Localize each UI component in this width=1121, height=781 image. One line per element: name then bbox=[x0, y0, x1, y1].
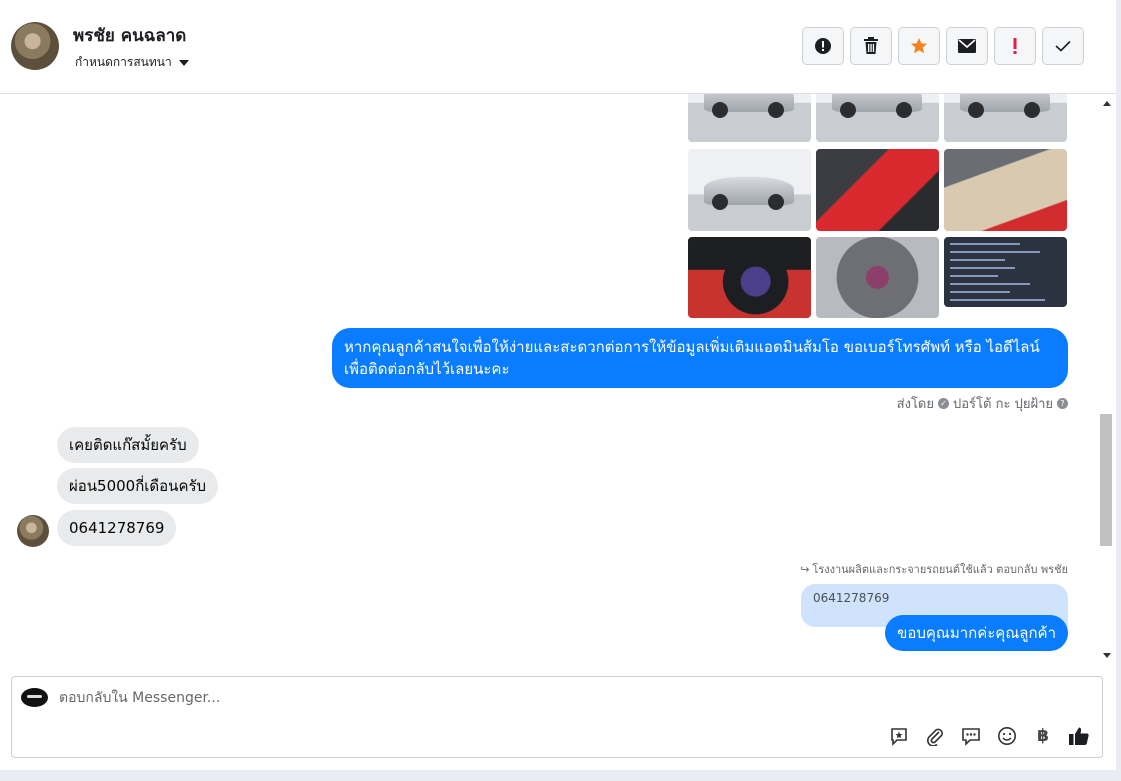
sticker-icon[interactable] bbox=[888, 725, 910, 747]
star-icon bbox=[911, 38, 927, 54]
delete-button[interactable] bbox=[850, 27, 892, 65]
caret-down-icon bbox=[178, 59, 189, 66]
conversation-schedule-dropdown[interactable]: กำหนดการสนทนา bbox=[75, 53, 189, 72]
car-spec-photo[interactable] bbox=[944, 237, 1067, 307]
scroll-down-icon[interactable] bbox=[1103, 653, 1111, 658]
sender-avatar[interactable] bbox=[17, 515, 49, 547]
car-photo-3[interactable] bbox=[944, 94, 1067, 142]
star-button[interactable] bbox=[898, 27, 940, 65]
schedule-label: กำหนดการสนทนา bbox=[75, 55, 172, 69]
outgoing-message[interactable]: หากคุณลูกค้าสนใจเพื่อให้ง่ายและสะดวกต่อก… bbox=[332, 328, 1068, 388]
chat-bubbles-icon[interactable] bbox=[960, 725, 982, 747]
attachment-icon[interactable] bbox=[924, 725, 946, 747]
emoji-icon[interactable] bbox=[996, 725, 1018, 747]
conversation-header: พรชัย คนฉลาด กำหนดการสนทนา bbox=[0, 0, 1116, 94]
incoming-message-2[interactable]: ผ่อน5000กี่เดือนครับ bbox=[57, 468, 219, 504]
reply-input[interactable] bbox=[59, 687, 659, 709]
trash-icon bbox=[864, 37, 878, 54]
incoming-message-3[interactable]: 0641278769 bbox=[57, 510, 177, 546]
reply-message[interactable]: ขอบคุณมากค่ะคุณลูกค้า bbox=[885, 615, 1068, 651]
info-button[interactable] bbox=[802, 27, 844, 65]
car-photo-4[interactable] bbox=[688, 149, 811, 231]
thumbs-up-icon[interactable] bbox=[1068, 725, 1090, 747]
car-photo-5[interactable] bbox=[816, 149, 939, 231]
incoming-message-1[interactable]: เคยติดแก๊สมั้ยครับ bbox=[57, 427, 199, 463]
contact-name[interactable]: พรชัย คนฉลาด bbox=[73, 22, 186, 49]
help-icon[interactable]: ? bbox=[1057, 398, 1068, 409]
car-photo-8[interactable] bbox=[816, 237, 939, 318]
baht-icon[interactable]: ฿ bbox=[1032, 725, 1054, 747]
reply-arrow-icon: ↪ bbox=[800, 562, 810, 576]
sent-by-meta: ส่งโดย ✓ ปอร์โต้ กะ ปุยฝ้าย ? bbox=[897, 393, 1068, 414]
message-scrollbar[interactable] bbox=[1098, 94, 1114, 664]
envelope-icon bbox=[958, 39, 976, 53]
verified-check-icon: ✓ bbox=[938, 398, 949, 409]
exclamation-icon bbox=[1013, 38, 1017, 54]
message-list: หากคุณลูกค้าสนใจเพื่อให้ง่ายและสะดวกต่อก… bbox=[0, 94, 1098, 664]
car-photo-6[interactable] bbox=[944, 149, 1067, 231]
reply-meta-text: โรงงานผลิตและกระจายรถยนต์ใช้แล้ว ตอบกลับ… bbox=[812, 563, 1068, 576]
scroll-up-icon[interactable] bbox=[1103, 101, 1111, 106]
sent-by-label: ส่งโดย bbox=[896, 397, 934, 412]
contact-avatar[interactable] bbox=[11, 22, 59, 70]
car-photo-1[interactable] bbox=[688, 94, 811, 142]
conversation-panel: พรชัย คนฉลาด กำหนดการสนทนา หากคุณลูกค้าส… bbox=[0, 0, 1116, 770]
important-button[interactable] bbox=[994, 27, 1036, 65]
car-photo-7[interactable] bbox=[688, 237, 811, 318]
mark-done-button[interactable] bbox=[1042, 27, 1084, 65]
header-actions bbox=[802, 27, 1084, 65]
page-logo bbox=[21, 688, 48, 707]
scroll-thumb[interactable] bbox=[1100, 414, 1112, 546]
sent-by-name: ปอร์โต้ กะ ปุยฝ้าย bbox=[953, 397, 1053, 412]
mail-button[interactable] bbox=[946, 27, 988, 65]
reply-meta: ↪ โรงงานผลิตและกระจายรถยนต์ใช้แล้ว ตอบกล… bbox=[800, 560, 1068, 578]
car-photo-2[interactable] bbox=[816, 94, 939, 142]
composer-tools: ฿ bbox=[888, 725, 1090, 747]
exclamation-circle-icon bbox=[815, 38, 831, 54]
check-icon bbox=[1055, 40, 1071, 52]
reply-composer: ฿ bbox=[11, 676, 1103, 758]
